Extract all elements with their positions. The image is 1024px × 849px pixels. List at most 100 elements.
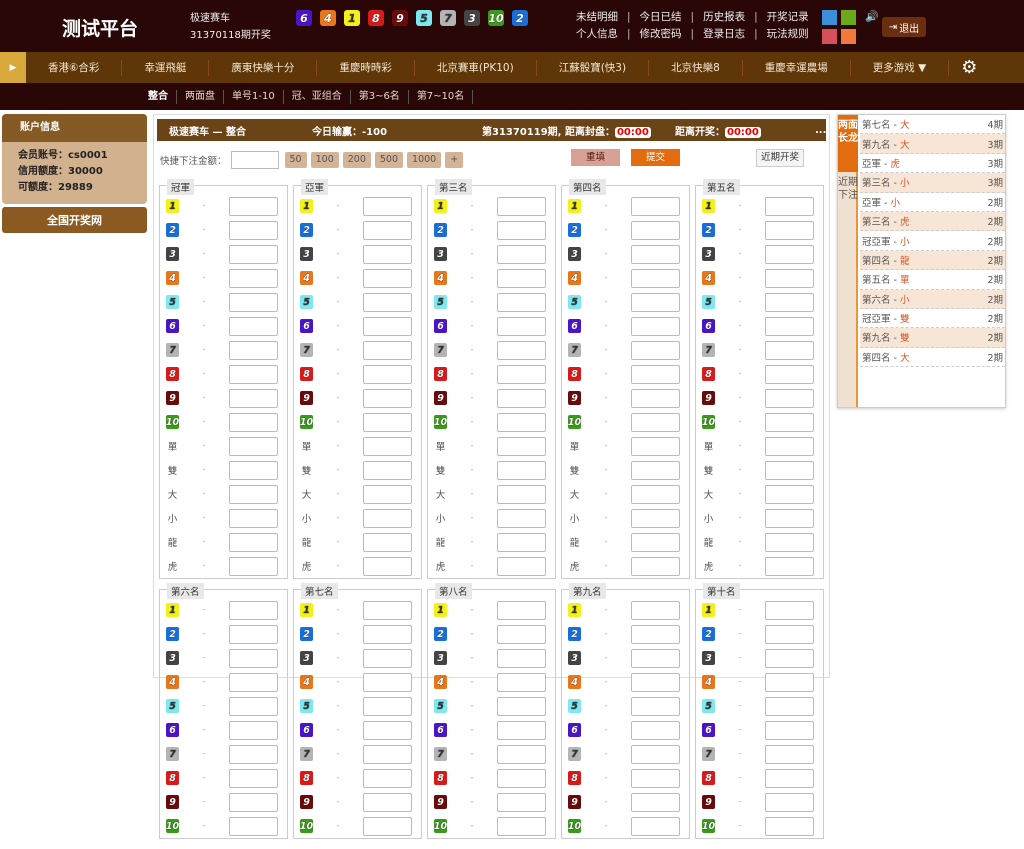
- bet-amount-input[interactable]: [631, 292, 680, 312]
- bet-amount-input[interactable]: [765, 768, 814, 788]
- bet-amount-input[interactable]: [363, 624, 412, 644]
- bet-amount-input[interactable]: [631, 532, 680, 552]
- bet-amount-input[interactable]: [497, 624, 546, 644]
- bet-amount-input[interactable]: [765, 720, 814, 740]
- bet-amount-input[interactable]: [497, 696, 546, 716]
- bet-amount-input[interactable]: [631, 768, 680, 788]
- tab-long-dragon[interactable]: 两面长龙: [838, 115, 858, 172]
- bet-amount-input[interactable]: [765, 532, 814, 552]
- bet-amount-input[interactable]: [765, 436, 814, 456]
- bet-amount-input[interactable]: [229, 220, 278, 240]
- bet-amount-input[interactable]: [765, 364, 814, 384]
- bet-amount-input[interactable]: [497, 672, 546, 692]
- bet-amount-input[interactable]: [631, 484, 680, 504]
- bet-amount-input[interactable]: [631, 436, 680, 456]
- bet-amount-input[interactable]: [497, 532, 546, 552]
- header-link[interactable]: 今日已结: [640, 9, 682, 26]
- bet-amount-input[interactable]: [363, 816, 412, 836]
- header-link[interactable]: 玩法规则: [767, 26, 809, 43]
- bet-amount-input[interactable]: [363, 556, 412, 576]
- bet-amount-input[interactable]: [229, 720, 278, 740]
- bet-amount-input[interactable]: [765, 648, 814, 668]
- bet-amount-input[interactable]: [765, 744, 814, 764]
- bet-amount-input[interactable]: [765, 460, 814, 480]
- bet-amount-input[interactable]: [363, 388, 412, 408]
- lottery-site-button[interactable]: 全国开奖网: [2, 207, 147, 233]
- bet-amount-input[interactable]: [631, 672, 680, 692]
- bet-amount-input[interactable]: [229, 196, 278, 216]
- bet-amount-input[interactable]: [631, 816, 680, 836]
- bet-amount-input[interactable]: [765, 508, 814, 528]
- bet-amount-input[interactable]: [497, 460, 546, 480]
- bet-amount-input[interactable]: [229, 696, 278, 716]
- bet-amount-input[interactable]: [765, 268, 814, 288]
- bet-amount-input[interactable]: [631, 220, 680, 240]
- bet-amount-input[interactable]: [765, 196, 814, 216]
- bet-amount-input[interactable]: [631, 388, 680, 408]
- bet-amount-input[interactable]: [363, 648, 412, 668]
- reset-button[interactable]: 重填: [571, 149, 620, 166]
- bet-amount-input[interactable]: [765, 316, 814, 336]
- bet-amount-input[interactable]: [363, 292, 412, 312]
- bet-amount-input[interactable]: [363, 508, 412, 528]
- bet-amount-input[interactable]: [363, 196, 412, 216]
- bet-amount-input[interactable]: [363, 244, 412, 264]
- bet-amount-input[interactable]: [363, 744, 412, 764]
- tab-recent-bets[interactable]: 近期下注: [838, 172, 858, 232]
- bet-amount-input[interactable]: [497, 364, 546, 384]
- bet-amount-input[interactable]: [497, 792, 546, 812]
- bet-amount-input[interactable]: [229, 244, 278, 264]
- quick-amount-button[interactable]: +: [445, 152, 464, 168]
- bet-amount-input[interactable]: [497, 388, 546, 408]
- bet-amount-input[interactable]: [229, 460, 278, 480]
- bet-amount-input[interactable]: [363, 268, 412, 288]
- nav-item[interactable]: 重慶時時彩: [317, 59, 415, 76]
- quick-bet-input[interactable]: [230, 151, 279, 169]
- bet-amount-input[interactable]: [229, 484, 278, 504]
- bet-amount-input[interactable]: [631, 460, 680, 480]
- theme-swatch[interactable]: [841, 10, 856, 25]
- theme-swatch[interactable]: [822, 10, 837, 25]
- bet-amount-input[interactable]: [497, 508, 546, 528]
- theme-swatch[interactable]: [841, 29, 856, 44]
- bet-amount-input[interactable]: [229, 292, 278, 312]
- nav-toggle-icon[interactable]: ▶: [0, 52, 26, 83]
- bet-amount-input[interactable]: [363, 768, 412, 788]
- nav-item[interactable]: 香港⑥合彩: [26, 59, 123, 76]
- bet-amount-input[interactable]: [229, 316, 278, 336]
- header-link[interactable]: 未结明细: [576, 9, 618, 26]
- bet-amount-input[interactable]: [631, 268, 680, 288]
- bet-amount-input[interactable]: [497, 768, 546, 788]
- header-link[interactable]: 登录日志: [703, 26, 745, 43]
- bet-amount-input[interactable]: [363, 316, 412, 336]
- nav-item[interactable]: 幸運飛艇: [122, 59, 210, 76]
- bet-amount-input[interactable]: [229, 816, 278, 836]
- bet-amount-input[interactable]: [497, 268, 546, 288]
- header-link[interactable]: 个人信息: [576, 26, 618, 43]
- nav-item[interactable]: 北京快樂8: [649, 59, 743, 76]
- bet-amount-input[interactable]: [229, 624, 278, 644]
- bet-amount-input[interactable]: [765, 244, 814, 264]
- bet-amount-input[interactable]: [497, 816, 546, 836]
- bet-amount-input[interactable]: [363, 460, 412, 480]
- bet-amount-input[interactable]: [229, 340, 278, 360]
- bet-amount-input[interactable]: [631, 648, 680, 668]
- nav-item[interactable]: 江蘇骰寶(快3): [537, 59, 650, 76]
- bet-amount-input[interactable]: [631, 792, 680, 812]
- header-link[interactable]: 历史报表: [703, 9, 745, 26]
- bet-amount-input[interactable]: [363, 484, 412, 504]
- quick-amount-button[interactable]: 100: [310, 152, 339, 168]
- bet-amount-input[interactable]: [497, 484, 546, 504]
- bet-amount-input[interactable]: [497, 720, 546, 740]
- bet-amount-input[interactable]: [765, 600, 814, 620]
- bet-amount-input[interactable]: [765, 412, 814, 432]
- nav-item[interactable]: 廣東快樂十分: [209, 59, 318, 76]
- bet-amount-input[interactable]: [363, 364, 412, 384]
- bet-amount-input[interactable]: [631, 364, 680, 384]
- bet-amount-input[interactable]: [363, 220, 412, 240]
- bet-amount-input[interactable]: [765, 816, 814, 836]
- bet-amount-input[interactable]: [229, 412, 278, 432]
- submit-button[interactable]: 提交: [631, 149, 680, 166]
- header-link[interactable]: 开奖记录: [767, 9, 809, 26]
- bet-amount-input[interactable]: [631, 720, 680, 740]
